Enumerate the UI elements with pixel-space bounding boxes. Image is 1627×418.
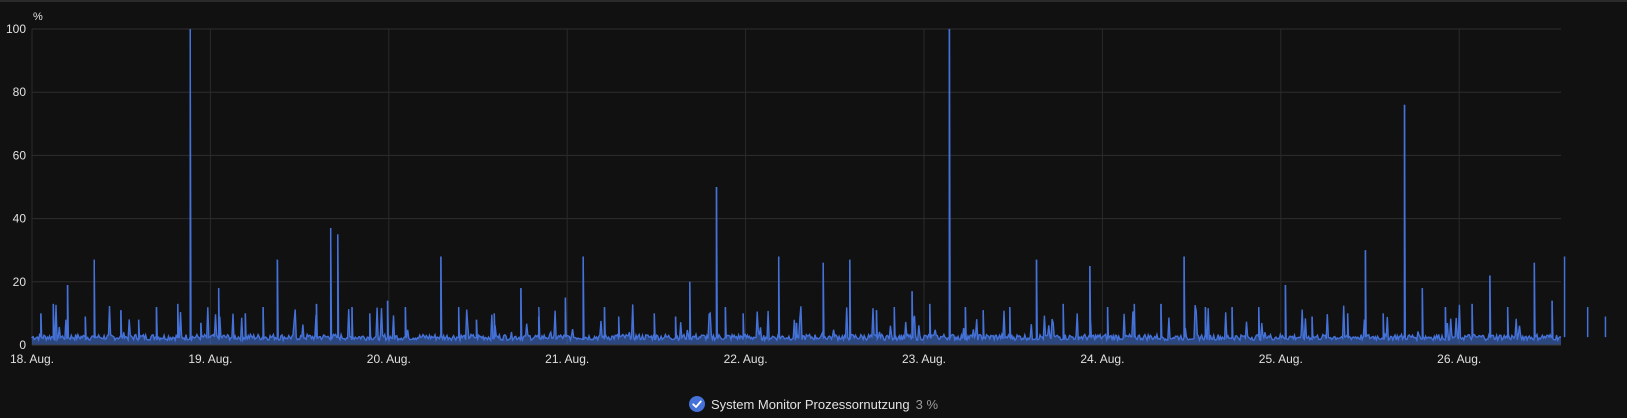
series-layer [31, 28, 1607, 345]
grid-layer [31, 28, 1561, 346]
y-tick-label: 100 [6, 22, 26, 36]
x-tick-label: 23. Aug. [902, 352, 946, 366]
x-tick-label: 21. Aug. [545, 352, 589, 366]
y-axis-unit-label: % [33, 11, 43, 23]
checkbox-checked-icon[interactable] [688, 396, 705, 412]
x-tick-label: 24. Aug. [1080, 352, 1124, 366]
series-line [31, 28, 1562, 343]
x-tick-label: 19. Aug. [188, 352, 232, 366]
y-tick-label: 20 [13, 275, 27, 289]
x-tick-label: 22. Aug. [724, 352, 768, 366]
x-tick-label: 18. Aug. [10, 352, 54, 366]
x-tick-label: 20. Aug. [367, 352, 411, 366]
y-tick-label: 40 [13, 212, 27, 226]
legend-series-label: System Monitor Prozessornutzung [710, 396, 910, 412]
legend[interactable]: System Monitor Prozessornutzung 3 % [0, 392, 1627, 416]
y-tick-label: 0 [19, 338, 26, 352]
y-tick-label: 80 [13, 85, 27, 99]
x-tick-label: 26. Aug. [1437, 352, 1481, 366]
y-tick-label: 60 [13, 148, 27, 162]
series-area-fill [32, 29, 1561, 345]
line-chart: 0 20 40 60 80 100 18. Aug. 19. Aug. 20. Aug. 21. … [6, 11, 1607, 366]
legend-current-value: 3 % [915, 396, 939, 412]
x-tick-label: 25. Aug. [1259, 352, 1303, 366]
